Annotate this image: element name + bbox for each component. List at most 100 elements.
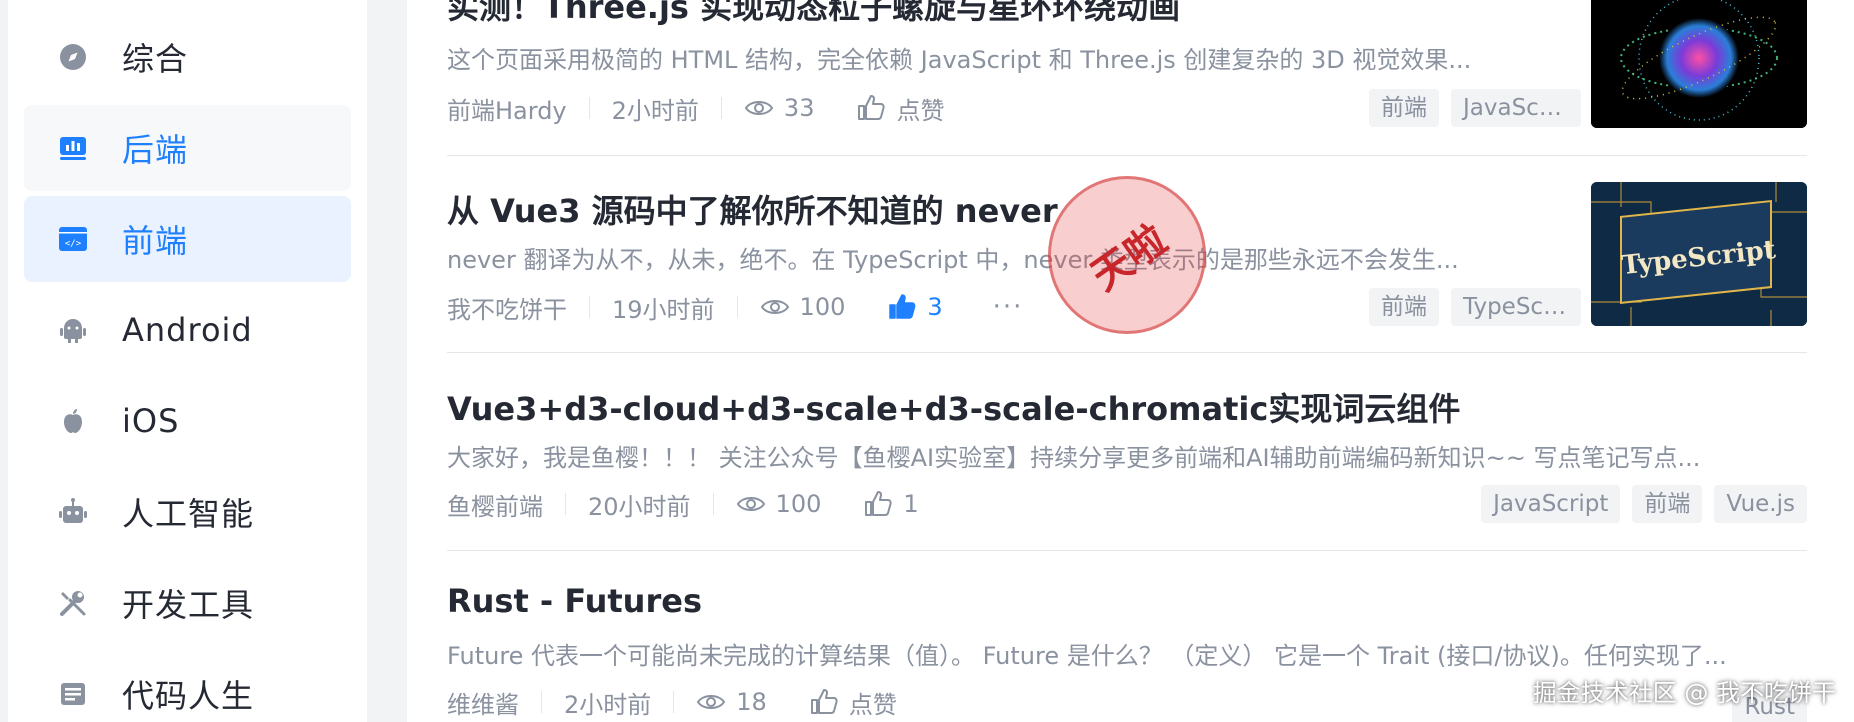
meta-divider [720, 97, 722, 119]
meta-divider [673, 691, 675, 713]
view-count: 18 [696, 687, 767, 717]
tag[interactable]: JavaScript [1451, 89, 1581, 127]
robot-icon [58, 497, 88, 527]
like-count: 3 [927, 293, 943, 321]
sidebar-item-label: 后端 [122, 131, 189, 169]
article-abstract: 这个页面采用极简的 HTML 结构，完全依赖 JavaScript 和 Thre… [447, 46, 1472, 74]
eye-icon [697, 695, 726, 709]
like-button[interactable]: 点赞 [856, 91, 944, 126]
svg-text:</>: </> [65, 239, 82, 249]
thumbs-up-icon [858, 95, 886, 120]
code-window-icon: </> [58, 224, 88, 254]
view-count-value: 18 [736, 688, 767, 716]
entry-divider [447, 352, 1807, 353]
like-button[interactable]: 1 [863, 489, 919, 519]
article-thumbnail[interactable] [1591, 0, 1807, 128]
sidebar-item-label: 开发工具 [122, 586, 255, 624]
tag-list: 前端 TypeScript [1369, 288, 1581, 326]
author-name[interactable]: 鱼樱前端 [447, 487, 543, 522]
view-count-value: 100 [799, 293, 846, 321]
article-meta: 鱼樱前端 20小时前 100 1 [447, 484, 919, 524]
watermark: 掘金技术社区 @ 我不吃饼干 [1532, 679, 1836, 707]
android-icon [58, 315, 88, 345]
category-sidebar: 综合 后端 </> 前端 Android iOS 人工智能 开发工具 代码人生 [8, 0, 367, 722]
sidebar-item-ai[interactable]: 人工智能 [24, 469, 351, 555]
sidebar-item-label: Android [122, 311, 253, 349]
article-meta: 维维酱 2小时前 18 点赞 [447, 682, 897, 722]
tag-list: JavaScript 前端 Vue.js [1481, 485, 1807, 523]
view-count: 33 [744, 93, 815, 123]
eye-icon [744, 101, 774, 115]
article-meta: 我不吃饼干 19小时前 100 3 ··· [447, 287, 1023, 327]
view-count-value: 100 [775, 490, 822, 518]
meta-divider [589, 296, 590, 318]
article-entry[interactable]: Vue3+d3-cloud+d3-scale+d3-scale-chromati… [447, 378, 1807, 538]
tools-icon [58, 588, 88, 618]
document-icon [58, 679, 88, 709]
sidebar-item-label: 综合 [122, 40, 189, 78]
chart-icon [58, 133, 88, 163]
thumbs-up-filled-icon [889, 294, 916, 319]
post-time: 19小时前 [612, 295, 715, 324]
stamp-text: 天啦 [1082, 215, 1176, 301]
like-label: 点赞 [848, 690, 897, 719]
eye-icon [736, 497, 765, 511]
entry-divider [447, 550, 1807, 551]
eye-icon [760, 300, 789, 314]
author-name[interactable]: 我不吃饼干 [447, 290, 567, 325]
more-options-icon[interactable]: ··· [993, 292, 1024, 322]
article-title[interactable]: Rust - Futures [447, 582, 702, 620]
post-time: 20小时前 [588, 492, 691, 521]
sidebar-item-frontend[interactable]: </> 前端 [24, 196, 351, 282]
author-name[interactable]: 维维酱 [447, 685, 519, 720]
meta-divider [712, 493, 714, 515]
tag[interactable]: 前端 [1632, 485, 1703, 523]
sidebar-item-comprehensive[interactable]: 综合 [24, 14, 351, 100]
tag[interactable]: Vue.js [1714, 485, 1807, 523]
sidebar-item-android[interactable]: Android [24, 287, 351, 373]
sidebar-item-label: 代码人生 [122, 677, 255, 715]
like-button[interactable]: 点赞 [809, 685, 897, 720]
article-title[interactable]: 实测！Three.js 实现动态粒子螺旋与星环环绕动画 [447, 0, 1180, 28]
meta-divider [736, 296, 738, 318]
article-abstract: never 翻译为从不，从未，绝不。在 TypeScript 中，never 类… [447, 246, 1459, 274]
author-name[interactable]: 前端Hardy [447, 91, 567, 126]
meta-divider [565, 493, 566, 515]
meta-divider [588, 97, 590, 119]
article-abstract: 大家好，我是鱼樱！！！ 关注公众号【鱼樱AI实验室】持续分享更多前端和AI辅助前… [447, 444, 1701, 472]
like-label: 点赞 [896, 96, 945, 125]
post-time: 2小时前 [611, 96, 699, 125]
view-count-value: 33 [783, 94, 815, 122]
sidebar-item-ios[interactable]: iOS [24, 378, 351, 464]
apple-icon [58, 406, 88, 436]
article-abstract: Future 代表一个可能尚未完成的计算结果（值）。 Future 是什么？ （… [447, 642, 1727, 670]
sidebar-item-label: iOS [122, 402, 180, 440]
tag[interactable]: 前端 [1369, 89, 1439, 127]
sidebar-item-label: 人工智能 [122, 495, 255, 533]
like-button[interactable]: 3 [887, 292, 943, 322]
entry-divider [447, 155, 1807, 156]
post-time: 2小时前 [564, 690, 652, 719]
tag[interactable]: 前端 [1369, 288, 1439, 326]
like-count: 1 [903, 490, 919, 518]
view-count: 100 [736, 489, 822, 519]
sidebar-item-label: 前端 [122, 222, 189, 260]
sidebar-item-devtools[interactable]: 开发工具 [24, 560, 351, 646]
tag[interactable]: JavaScript [1481, 485, 1621, 523]
typescript-image: TypeScript [1591, 182, 1807, 326]
article-thumbnail[interactable]: TypeScript [1591, 182, 1807, 326]
article-entry[interactable]: 实测！Three.js 实现动态粒子螺旋与星环环绕动画 这个页面采用极简的 HT… [447, 0, 1807, 150]
tag[interactable]: TypeScript [1451, 288, 1581, 326]
particle-sphere-image [1591, 0, 1807, 128]
article-title[interactable]: Vue3+d3-cloud+d3-scale+d3-scale-chromati… [447, 384, 1460, 430]
article-meta: 前端Hardy 2小时前 33 点赞 [447, 88, 944, 128]
thumbs-up-icon [810, 689, 838, 714]
article-feed: 实测！Three.js 实现动态粒子螺旋与星环环绕动画 这个页面采用极简的 HT… [407, 0, 1854, 722]
sidebar-item-code-life[interactable]: 代码人生 [24, 651, 351, 722]
red-seal-stamp: 天啦 [1048, 176, 1206, 334]
article-title[interactable]: 从 Vue3 源码中了解你所不知道的 never [447, 186, 1058, 232]
view-count: 100 [760, 292, 846, 322]
sidebar-item-backend[interactable]: 后端 [24, 105, 351, 191]
compass-icon [58, 42, 88, 72]
meta-divider [541, 691, 542, 713]
